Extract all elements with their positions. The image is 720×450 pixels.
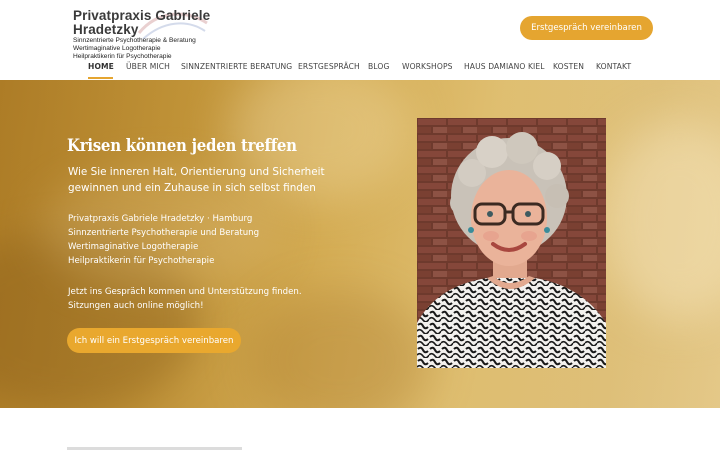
nav-item-ueber-mich[interactable]: ÜBER MICH: [126, 62, 170, 71]
hero-practice-info: Privatpraxis Gabriele Hradetzky · Hambur…: [68, 212, 259, 268]
logo-subline: Sinnzentrierte Psychotherapie & Beratung: [73, 37, 196, 44]
hero-cta-button[interactable]: Ich will ein Erstgespräch vereinbaren: [67, 328, 241, 353]
hero-lead: Wie Sie inneren Halt, Orientierung und S…: [68, 166, 325, 194]
hero-info-line: Wertimaginative Logotherapie: [68, 242, 199, 252]
site-header: Privatpraxis Gabriele Hradetzky Sinnzent…: [0, 0, 720, 80]
site-logo[interactable]: Privatpraxis Gabriele Hradetzky Sinnzent…: [73, 9, 273, 61]
nav-active-indicator: [88, 77, 113, 79]
hero-section: Krisen können jeden treffen Wie Sie inne…: [0, 80, 720, 408]
nav-item-home[interactable]: HOME: [88, 62, 114, 71]
hero-note: Jetzt ins Gespräch kommen und Unterstütz…: [68, 285, 302, 313]
hero-note-line: Sitzungen auch online möglich!: [68, 301, 204, 311]
nav-item-sinnzentrierte-beratung[interactable]: SINNZENTRIERTE BERATUNG: [181, 62, 292, 71]
nav-item-haus-damiano-kiel[interactable]: HAUS DAMIANO KIEL: [464, 62, 545, 71]
main-navigation: HOME ÜBER MICH SINNZENTRIERTE BERATUNG E…: [0, 62, 720, 80]
hero-note-line: Jetzt ins Gespräch kommen und Unterstütz…: [68, 287, 302, 297]
nav-item-workshops[interactable]: WORKSHOPS: [402, 62, 453, 71]
header-cta-button[interactable]: Erstgespräch vereinbaren: [520, 16, 653, 40]
nav-item-blog[interactable]: BLOG: [368, 62, 389, 71]
nav-item-kontakt[interactable]: KONTAKT: [596, 62, 631, 71]
portrait-photo: [417, 118, 606, 368]
portrait-illustration: [417, 118, 606, 368]
logo-subline: Wertimaginative Logotherapie: [73, 45, 161, 52]
hero-info-line: Privatpraxis Gabriele Hradetzky · Hambur…: [68, 214, 253, 224]
hero-info-line: Sinnzentrierte Psychotherapie und Beratu…: [68, 228, 260, 238]
logo-title: Privatpraxis Gabriele Hradetzky: [73, 8, 211, 37]
hero-title: Krisen können jeden treffen: [67, 136, 297, 156]
nav-item-kosten[interactable]: KOSTEN: [553, 62, 584, 71]
logo-subline: Heilpraktikerin für Psychotherapie: [73, 53, 172, 60]
hero-info-line: Heilpraktikerin für Psychotherapie: [68, 256, 215, 266]
nav-item-erstgespraech[interactable]: ERSTGESPRÄCH: [298, 62, 360, 71]
